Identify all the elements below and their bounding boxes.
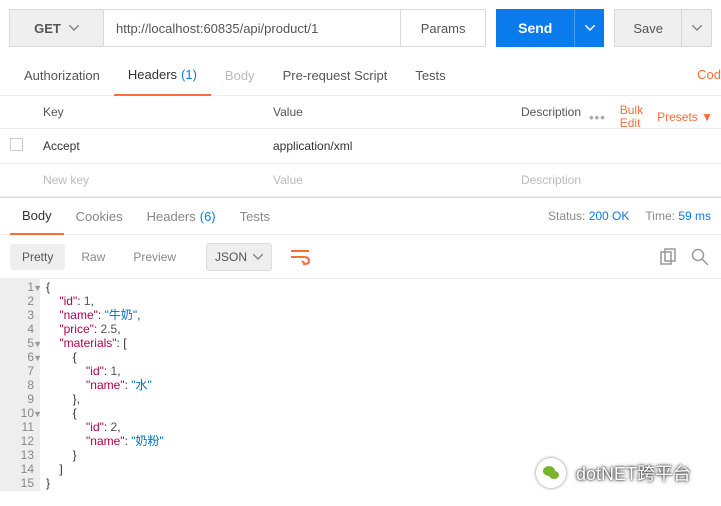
table-row[interactable]: Accept application/xml xyxy=(0,129,721,164)
new-key-input[interactable]: New key xyxy=(33,164,263,197)
header-key-col: Key xyxy=(33,96,263,129)
method-select[interactable]: GET xyxy=(9,9,104,47)
tab-headers-label: Headers xyxy=(128,67,177,82)
bulk-edit-link[interactable]: Bulk Edit xyxy=(620,104,643,130)
send-dropdown[interactable] xyxy=(574,9,604,47)
save-button[interactable]: Save xyxy=(614,9,682,47)
copy-icon[interactable] xyxy=(657,246,679,268)
new-value-input[interactable]: Value xyxy=(263,164,511,197)
view-pretty[interactable]: Pretty xyxy=(10,244,65,270)
watermark-text: dotNET跨平台 xyxy=(576,460,691,486)
wechat-icon xyxy=(536,458,566,488)
format-select[interactable]: JSON xyxy=(206,243,272,271)
save-dropdown[interactable] xyxy=(682,9,712,47)
response-tab-cookies[interactable]: Cookies xyxy=(64,197,135,235)
response-tab-headers[interactable]: Headers (6) xyxy=(135,197,228,235)
tab-body[interactable]: Body xyxy=(211,56,269,96)
chevron-down-icon xyxy=(253,254,263,260)
tab-headers[interactable]: Headers (1) xyxy=(114,56,211,96)
status-label: Status: 200 OK xyxy=(548,209,629,223)
tab-tests[interactable]: Tests xyxy=(401,56,459,96)
header-checkbox-col xyxy=(0,96,33,129)
table-row-new[interactable]: New key Value Description xyxy=(0,164,721,197)
tab-authorization[interactable]: Authorization xyxy=(10,56,114,96)
chevron-down-icon xyxy=(69,25,79,31)
presets-link[interactable]: Presets ▼ xyxy=(657,110,713,124)
send-button[interactable]: Send xyxy=(496,9,574,47)
watermark: dotNET跨平台 xyxy=(536,458,691,488)
header-key-cell[interactable]: Accept xyxy=(33,129,263,164)
time-label: Time: 59 ms xyxy=(645,209,711,223)
response-tab-headers-count: (6) xyxy=(200,209,216,224)
params-button[interactable]: Params xyxy=(401,9,486,47)
time-value: 59 ms xyxy=(678,209,711,223)
header-value-cell[interactable]: application/xml xyxy=(263,129,511,164)
url-input[interactable] xyxy=(104,9,401,47)
response-tab-headers-label: Headers xyxy=(147,209,196,224)
new-desc-input[interactable]: Description xyxy=(511,164,721,197)
header-desc-cell[interactable] xyxy=(511,129,721,164)
view-raw[interactable]: Raw xyxy=(69,244,117,270)
search-icon[interactable] xyxy=(689,246,711,268)
wrap-icon xyxy=(290,249,310,265)
code-link[interactable]: Cod xyxy=(697,67,721,82)
method-label: GET xyxy=(34,21,61,36)
header-value-col: Value xyxy=(263,96,511,129)
view-preview[interactable]: Preview xyxy=(121,244,188,270)
response-tab-tests[interactable]: Tests xyxy=(228,197,282,235)
row-checkbox[interactable] xyxy=(10,138,23,151)
more-icon[interactable]: ••• xyxy=(589,110,606,125)
tab-headers-count: (1) xyxy=(181,67,197,82)
chevron-down-icon xyxy=(692,25,702,31)
chevron-down-icon xyxy=(585,25,595,31)
response-tab-body[interactable]: Body xyxy=(10,197,64,235)
format-label: JSON xyxy=(215,250,247,264)
tab-prerequest[interactable]: Pre-request Script xyxy=(269,56,402,96)
wrap-toggle[interactable] xyxy=(286,243,314,271)
status-value: 200 OK xyxy=(589,209,630,223)
